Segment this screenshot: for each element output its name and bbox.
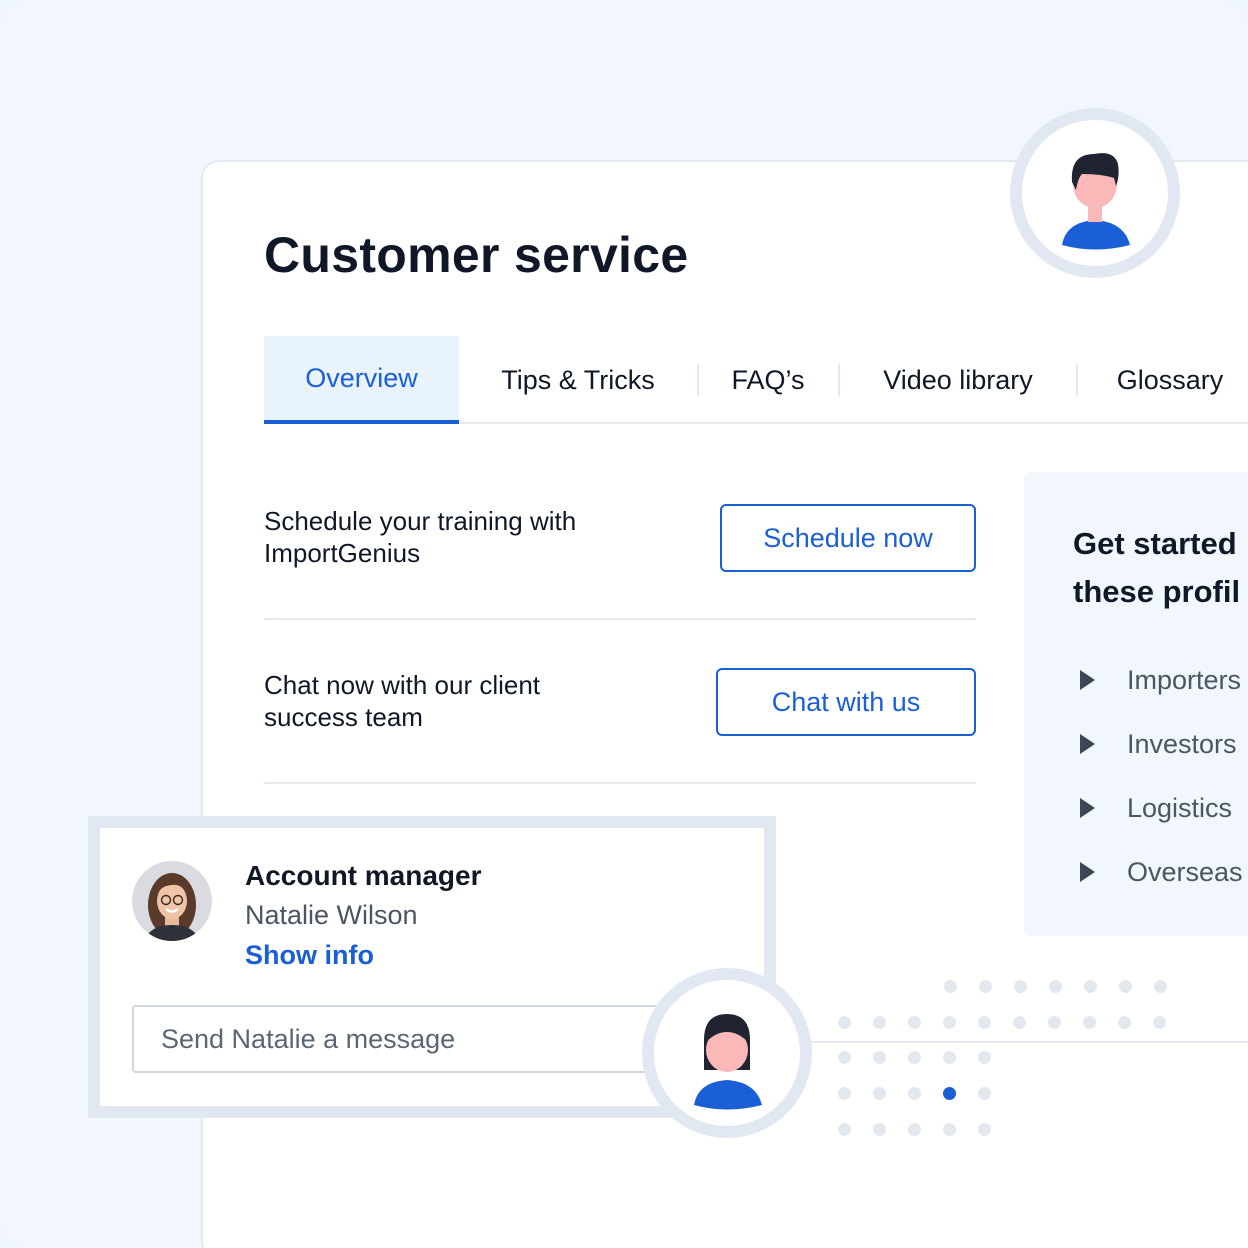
decorative-dot (873, 1123, 886, 1136)
chat-with-us-button[interactable]: Chat with us (716, 668, 976, 736)
decorative-dot (873, 1087, 886, 1100)
profile-item-label: Logistics (1127, 792, 1233, 823)
decorative-dot (1084, 980, 1097, 993)
row-divider (264, 618, 976, 620)
row-divider (264, 782, 976, 784)
decorative-dot (943, 1123, 956, 1136)
decorative-dot (873, 1051, 886, 1064)
decorative-dot (943, 1016, 956, 1029)
tab-tips-tricks[interactable]: Tips & Tricks (474, 336, 682, 424)
decorative-dot (838, 1087, 851, 1100)
user-male-icon (1062, 153, 1130, 250)
decorative-dot (1154, 980, 1167, 993)
decorative-dot (1153, 1016, 1166, 1029)
profile-item-label: Importers (1127, 664, 1242, 695)
schedule-training-text: Schedule your training with ImportGenius (264, 506, 577, 568)
profiles-title-line: these profil (1073, 574, 1241, 609)
tab-separator (838, 364, 840, 396)
decorative-dot (838, 1016, 851, 1029)
decorative-dot (838, 1051, 851, 1064)
decorative-dot (908, 1123, 921, 1136)
agent-avatar (1010, 108, 1180, 278)
triangle-right-icon (1080, 798, 1095, 818)
account-manager-name: Natalie Wilson (245, 900, 418, 930)
customer-avatar (642, 968, 812, 1138)
profiles-title-line: Get started (1073, 526, 1237, 561)
page-title: Customer service (264, 227, 689, 283)
decorative-dot (978, 1051, 991, 1064)
decorative-dot (979, 980, 992, 993)
profile-item-importers[interactable]: Importers (1080, 660, 1241, 700)
triangle-right-icon (1080, 862, 1095, 882)
account-manager-role: Account manager (245, 860, 482, 891)
decorative-dot (1119, 980, 1132, 993)
decorative-line (800, 1041, 1248, 1043)
decorative-dot (873, 1016, 886, 1029)
decorative-dot (908, 1016, 921, 1029)
tab-separator (697, 364, 699, 396)
schedule-now-button[interactable]: Schedule now (720, 504, 976, 572)
profile-item-logistics[interactable]: Logistics (1080, 788, 1232, 828)
decorative-dot (1083, 1016, 1096, 1029)
tab-overview[interactable]: Overview (264, 336, 459, 424)
decorative-dot (978, 1087, 991, 1100)
profile-item-label: Overseas (1127, 856, 1243, 887)
decorative-dot (943, 1051, 956, 1064)
message-input[interactable] (132, 1005, 692, 1073)
decorative-dot (1013, 1016, 1026, 1029)
account-manager-photo (132, 861, 212, 941)
triangle-right-icon (1080, 734, 1095, 754)
decorative-dot (1048, 1016, 1061, 1029)
profile-item-overseas[interactable]: Overseas (1080, 852, 1243, 892)
decorative-dot (944, 980, 957, 993)
profile-item-label: Investors (1127, 728, 1237, 759)
decorative-dot (943, 1087, 956, 1100)
user-female-icon (694, 1014, 762, 1110)
tab-glossary[interactable]: Glossary (1094, 336, 1246, 424)
decorative-dot (978, 1123, 991, 1136)
decorative-dot (1014, 980, 1027, 993)
decorative-dot (908, 1051, 921, 1064)
tab-bar: Overview Tips & Tricks FAQ’s Video libra… (264, 336, 1248, 424)
tab-video-library[interactable]: Video library (854, 336, 1062, 424)
decorative-dot (838, 1123, 851, 1136)
avatar (132, 861, 212, 941)
tab-separator (1076, 364, 1078, 396)
decorative-dot (978, 1016, 991, 1029)
profiles-panel-title: Get started these profil (1073, 520, 1240, 616)
decorative-dot (1049, 980, 1062, 993)
show-info-link[interactable]: Show info (245, 940, 374, 971)
tab-faqs[interactable]: FAQ’s (712, 336, 824, 424)
chat-now-text: Chat now with our client success team (264, 670, 541, 732)
profile-item-investors[interactable]: Investors (1080, 724, 1237, 764)
triangle-right-icon (1080, 670, 1095, 690)
decorative-dot (1118, 1016, 1131, 1029)
decorative-dot (908, 1087, 921, 1100)
